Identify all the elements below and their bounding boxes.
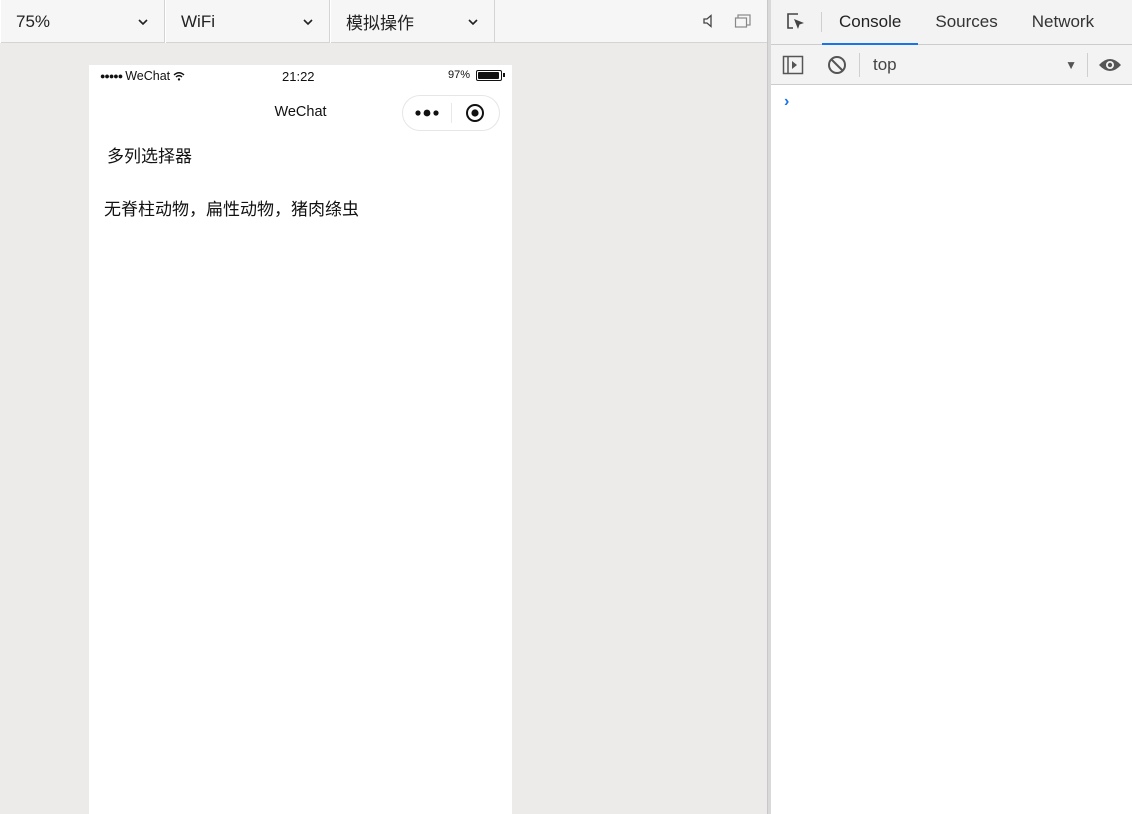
battery-percent: 97% [447, 69, 470, 81]
close-button[interactable] [451, 96, 499, 130]
context-value: top [873, 54, 897, 74]
tab-network[interactable]: Network [1015, 0, 1111, 44]
capsule-menu [402, 95, 500, 131]
show-sidebar-button[interactable] [771, 45, 815, 85]
network-value: WiFi [181, 11, 215, 31]
clear-block-icon [828, 55, 846, 74]
more-dots-icon [415, 109, 439, 117]
operations-select[interactable]: 模拟操作 [330, 0, 495, 43]
tab-sources[interactable]: Sources [918, 0, 1014, 44]
status-bar: ●●●●● WeChat 21:22 97% [89, 65, 512, 87]
simulator-toolbar: 75% WiFi 模拟操作 [0, 0, 767, 43]
target-close-icon [466, 104, 485, 122]
network-select[interactable]: WiFi [165, 0, 330, 43]
battery-fill [478, 71, 500, 79]
inspect-cursor-icon [787, 13, 804, 29]
chevron-down-icon [303, 18, 313, 25]
clear-console-button[interactable] [815, 45, 859, 85]
zoom-select[interactable]: 75% [0, 0, 165, 43]
signal-strength: ●●●●● [100, 71, 123, 81]
battery-icon [476, 69, 505, 81]
zoom-value: 75% [16, 11, 51, 31]
more-button[interactable] [403, 96, 451, 130]
live-expression-button[interactable] [1088, 45, 1132, 85]
phone-screen: ●●●●● WeChat 21:22 97% WeChat 多列选择器 无脊柱动… [89, 65, 512, 814]
console-toolbar: top ▼ [771, 45, 1132, 85]
status-right: 97% [447, 69, 505, 81]
inspect-element-button[interactable] [771, 0, 821, 44]
chevron-down-icon [468, 18, 478, 25]
context-select[interactable]: top ▼ [860, 45, 1087, 85]
status-time: 21:22 [282, 69, 315, 84]
status-left: ●●●●● WeChat [100, 69, 185, 83]
chevron-down-icon [138, 18, 148, 25]
dropdown-arrow-icon: ▼ [1065, 57, 1077, 72]
detach-window-icon[interactable] [733, 11, 753, 31]
speaker-icon[interactable] [699, 11, 719, 31]
devtools-tabbar: Console Sources Network [771, 0, 1132, 45]
carrier-name: WeChat [125, 69, 171, 83]
sidebar-toggle-icon [782, 55, 804, 74]
console-output[interactable]: › [771, 86, 1132, 814]
console-prompt[interactable]: › [784, 93, 789, 111]
simulator-pane: 75% WiFi 模拟操作 ●●●●● WeChat 21:22 97% WeC… [0, 0, 767, 814]
tab-console[interactable]: Console [822, 0, 919, 45]
wifi-icon [173, 72, 185, 81]
operations-value: 模拟操作 [346, 14, 414, 34]
toolbar-icons [699, 0, 767, 42]
page-title: 多列选择器 [107, 147, 192, 167]
eye-icon [1099, 58, 1121, 71]
nav-bar: WeChat [89, 91, 512, 135]
devtools-pane: Console Sources Network top ▼ › [771, 0, 1132, 814]
multi-column-picker[interactable]: 无脊柱动物，扁性动物，猪肉绦虫 [104, 195, 359, 220]
